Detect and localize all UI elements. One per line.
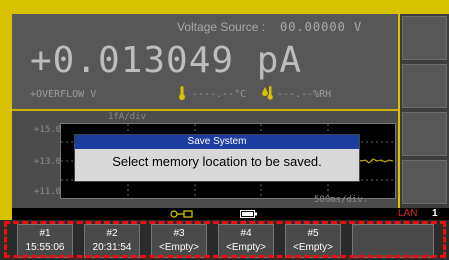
lan-count: 1 <box>432 208 438 219</box>
softkey-label: #3 <box>173 228 185 239</box>
softkey-memory-2[interactable]: #2 20:31:54 <box>84 224 140 258</box>
softkey-value: <Empty> <box>158 242 200 253</box>
softkey-value: 20:31:54 <box>92 242 132 253</box>
right-softkey-panel <box>400 14 449 208</box>
softkey-value: <Empty> <box>292 242 334 253</box>
softkey-memory-5[interactable]: #5 <Empty> <box>285 224 341 258</box>
softkey-label: #4 <box>240 228 252 239</box>
softkey-label: #5 <box>307 228 319 239</box>
right-softkey-1[interactable] <box>402 16 447 60</box>
voltage-source-value: 00.00000 V <box>280 20 363 34</box>
bottom-softkey-bar: #1 15:55:06 #2 20:31:54 #3 <Empty> #4 <E… <box>0 220 449 260</box>
save-system-dialog: Save System Select memory location to be… <box>74 134 360 182</box>
reading-area: Voltage Source : 00.00000 V +0.013049 pA… <box>12 14 398 109</box>
overflow-indicator: +OVERFLOW V <box>30 89 97 100</box>
y-tick-mid: +13.0 <box>34 157 62 167</box>
lan-label: LAN <box>398 208 418 219</box>
softkey-memory-3[interactable]: #3 <Empty> <box>151 224 207 258</box>
softkey-memory-4[interactable]: #4 <Empty> <box>218 224 274 258</box>
softkey-value: 15:55:06 <box>25 242 65 253</box>
softkey-blank[interactable] <box>352 224 434 258</box>
dialog-message: Select memory location to be saved. <box>112 154 322 169</box>
right-softkey-2[interactable] <box>402 64 447 108</box>
softkey-value: <Empty> <box>225 242 267 253</box>
right-softkey-4[interactable] <box>402 160 447 204</box>
softkey-label: #2 <box>106 228 118 239</box>
usb-icon <box>170 210 193 218</box>
graph-time-div-label: 500ms/div. <box>314 195 369 205</box>
right-softkey-3[interactable] <box>402 112 447 156</box>
y-tick-top: +15.0 <box>34 125 62 135</box>
battery-icon <box>240 210 257 218</box>
humidity-icon <box>262 86 273 100</box>
humidity-readout: ---.--%RH <box>277 89 332 100</box>
status-bar: LAN 1 <box>12 208 449 220</box>
thermometer-icon <box>179 86 185 100</box>
display-screen: Voltage Source : 00.00000 V +0.013049 pA… <box>12 14 398 208</box>
graph-per-div-label: 1fA/div <box>108 112 146 122</box>
temperature-readout: ----.--°C <box>192 89 247 100</box>
dialog-title: Save System <box>75 135 359 149</box>
voltage-source-label: Voltage Source : <box>177 20 266 34</box>
softkey-label: #1 <box>39 228 51 239</box>
softkey-memory-1[interactable]: #1 15:55:06 <box>17 224 73 258</box>
main-reading: +0.013049 pA <box>30 40 303 81</box>
